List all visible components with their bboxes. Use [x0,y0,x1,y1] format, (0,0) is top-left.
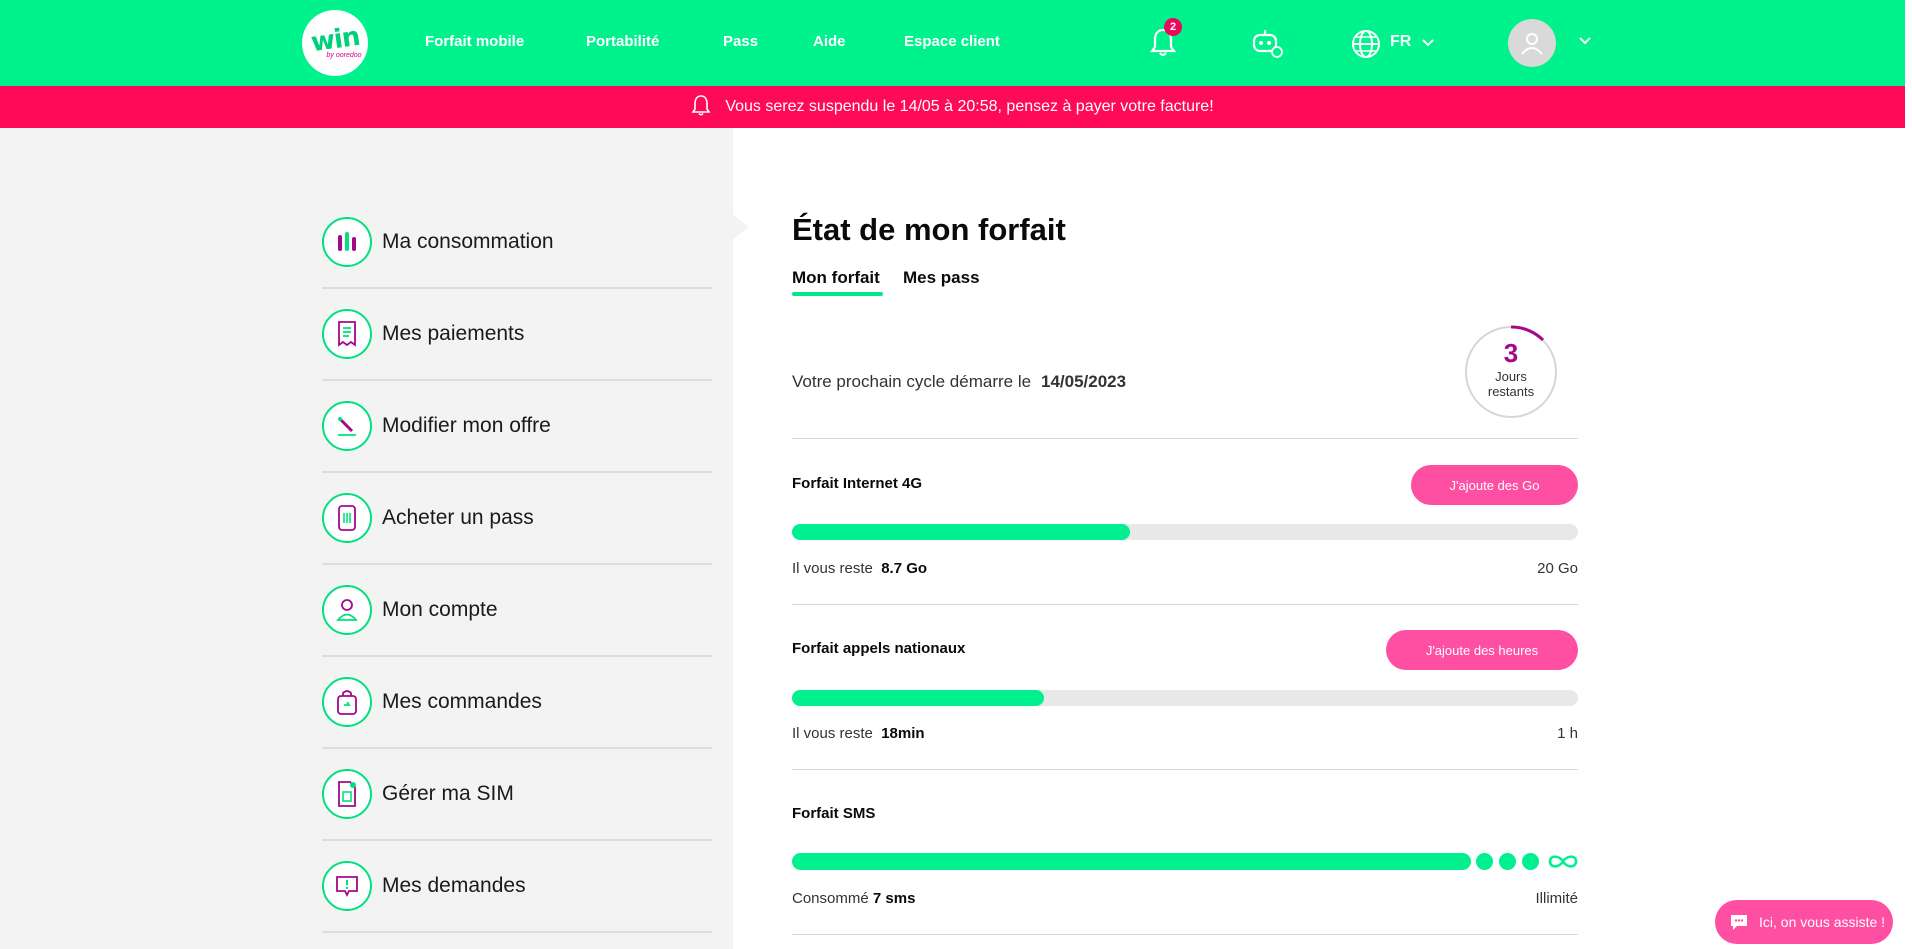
cycle-date: 14/05/2023 [1041,372,1127,391]
nav-espace-client[interactable]: Espace client [904,33,1000,50]
infinity-icon [1548,855,1578,868]
sidebar-item-label: Acheter un pass [382,506,534,529]
banner-text: Vous serez suspendu le 14/05 à 20:58, pe… [725,98,1214,115]
remaining-value: 8.7 Go [881,560,928,577]
user-avatar[interactable] [1508,19,1556,67]
remaining-label: Il vous reste [792,725,873,742]
sidebar-item-label: Mes paiements [382,322,525,345]
sms-dot [1522,853,1539,870]
nav-pass[interactable]: Pass [723,33,758,50]
chat-bubble-icon [1731,915,1747,930]
add-data-button[interactable]: J'ajoute des Go [1411,465,1578,505]
tab-mes-pass[interactable]: Mes pass [903,268,980,288]
nav-portabilite[interactable]: Portabilité [586,33,659,50]
days-label-line1: Jours [1495,369,1527,384]
calls-remaining: Il vous reste 18min [792,725,925,742]
consumption-icon [322,217,372,267]
sidebar-item-label: Mes commandes [382,690,542,713]
sms-dot [1476,853,1493,870]
sidebar-item-gerer-ma-sim[interactable]: Gérer ma SIM [322,749,712,841]
sidebar-item-mes-commandes[interactable]: Mes commandes [322,657,712,749]
active-tab-indicator [792,292,883,296]
user-icon [1521,33,1543,55]
calls-total: 1 h [1557,725,1578,742]
language-selector[interactable]: FR [1390,33,1411,51]
internet-usage-bar [792,524,1578,540]
ticket-icon [322,493,372,543]
account-chevron-icon[interactable] [1578,34,1592,48]
logo-text: win [308,21,362,58]
sms-dot [1499,853,1516,870]
internet-plan-title: Forfait Internet 4G [792,475,923,492]
bell-outline-icon [691,94,711,121]
sidebar-item-label: Gérer ma SIM [382,782,514,805]
active-pointer [733,215,749,239]
divider [792,934,1578,935]
sidebar-item-label: Mon compte [382,598,498,621]
remaining-value: 18min [881,725,925,742]
notification-badge: 2 [1164,18,1182,36]
globe-icon[interactable] [1350,28,1382,60]
chevron-down-icon[interactable] [1421,36,1435,50]
days-remaining-label: Jours restants [1464,369,1558,399]
calls-usage-fill [792,690,1044,706]
suspension-alert-banner: Vous serez suspendu le 14/05 à 20:58, pe… [0,86,1905,128]
chat-assistant-button[interactable]: Ici, on vous assiste ! [1715,900,1893,944]
calls-plan-title: Forfait appels nationaux [792,640,966,657]
bag-icon [322,677,372,727]
win-logo[interactable]: win by ooredoo [302,10,368,76]
sidebar-item-label: Modifier mon offre [382,414,551,437]
sidebar-item-label: Mes demandes [382,874,526,897]
message-icon [322,861,372,911]
sms-total: Illimité [1535,890,1578,907]
sms-consumed: Consommé 7 sms [792,890,915,907]
account-icon [322,585,372,635]
receipt-icon [322,309,372,359]
sms-plan-title: Forfait SMS [792,805,876,822]
remaining-label: Il vous reste [792,560,873,577]
page-title: État de mon forfait [792,212,1066,247]
sidebar-item-label: Ma consommation [382,230,554,253]
sidebar-item-mes-demandes[interactable]: Mes demandes [322,841,712,933]
days-remaining-value: 3 [1503,338,1519,368]
internet-total: 20 Go [1537,560,1578,577]
tab-mon-forfait[interactable]: Mon forfait [792,268,880,288]
days-label-line2: restants [1487,384,1535,399]
sidebar-item-acheter-un-pass[interactable]: Acheter un pass [322,473,712,565]
divider [792,604,1578,605]
add-hours-button[interactable]: J'ajoute des heures [1386,630,1578,670]
nav-aide[interactable]: Aide [813,33,846,50]
sms-usage-bar [792,853,1471,870]
sidebar-item-modifier-mon-offre[interactable]: Modifier mon offre [322,381,712,473]
chat-label: Ici, on vous assiste ! [1759,914,1886,930]
internet-usage-fill [792,524,1130,540]
edit-icon [322,401,372,451]
consumed-label: Consommé [792,890,869,907]
bot-icon[interactable] [1249,26,1285,60]
divider [792,438,1578,439]
nav-forfait-mobile[interactable]: Forfait mobile [425,33,524,50]
sim-icon [322,769,372,819]
consumed-value: 7 sms [872,890,916,907]
sidebar-item-mes-paiements[interactable]: Mes paiements [322,289,712,381]
top-header: win by ooredoo Forfait mobile Portabilit… [0,0,1905,86]
internet-remaining: Il vous reste 8.7 Go [792,560,927,577]
calls-usage-bar [792,690,1578,706]
cycle-label: Votre prochain cycle démarre le [792,372,1032,391]
divider [792,769,1578,770]
sidebar-item-mon-compte[interactable]: Mon compte [322,565,712,657]
sidebar-item-ma-consommation[interactable]: Ma consommation [322,197,712,289]
